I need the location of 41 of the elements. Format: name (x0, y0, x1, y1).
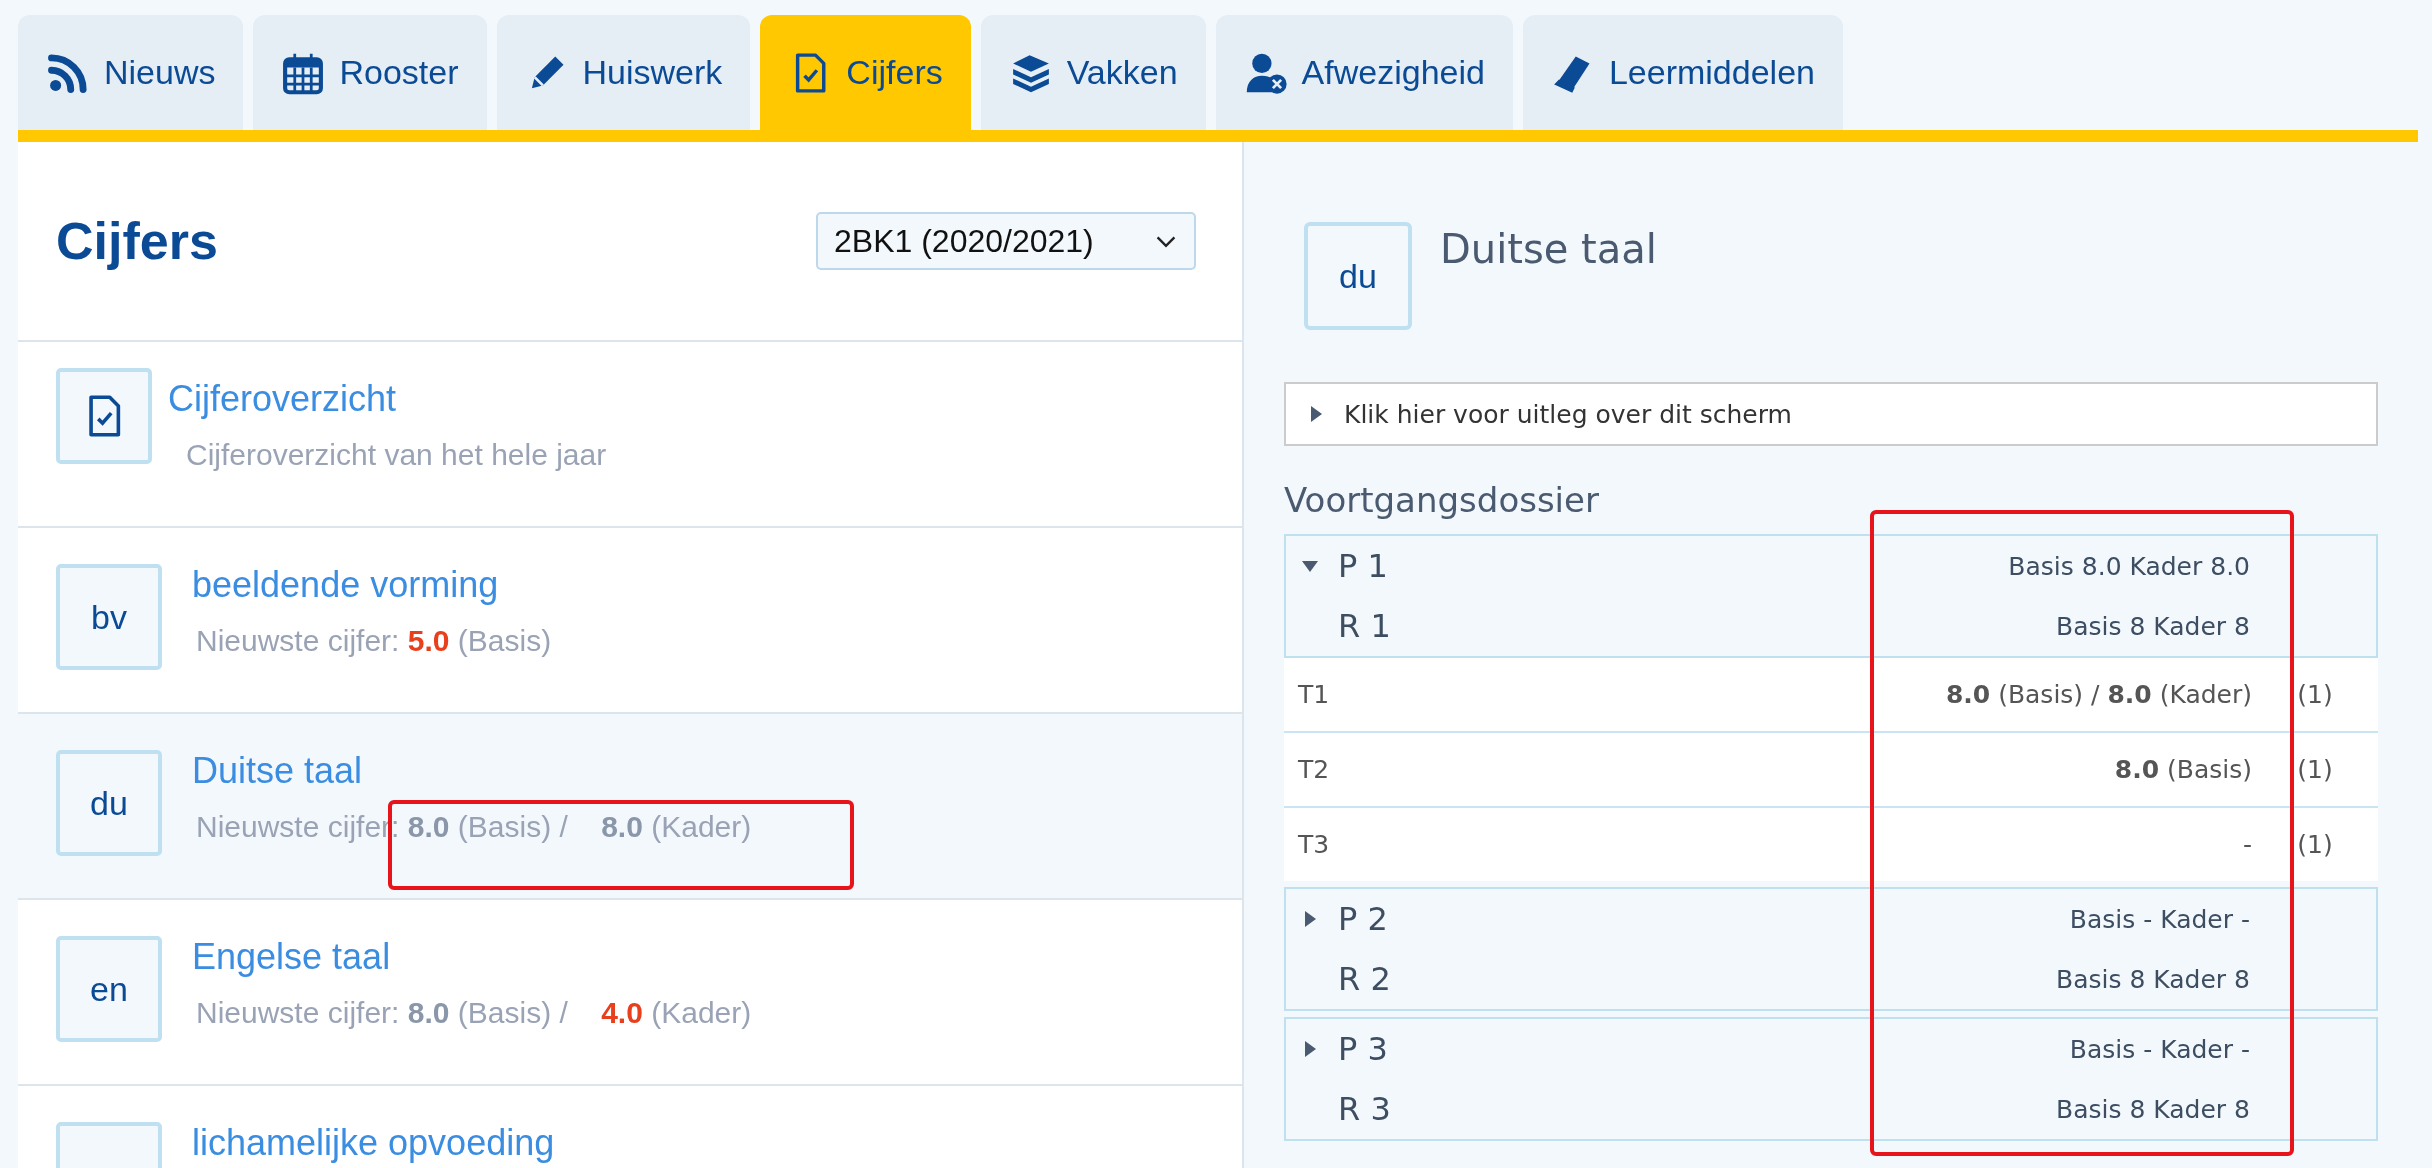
test-name: T1 (1298, 680, 1331, 709)
course-title: Duitse taal (1440, 225, 1657, 274)
course-badge: en (56, 936, 162, 1042)
page-title: Cijfers (56, 211, 218, 271)
report-label: R 2 (1338, 960, 1392, 998)
course-description: Cijferoverzicht van het hele jaar (185, 438, 607, 472)
test-result: 8.0 (Basis) / 8.0 (Kader) (1945, 680, 2252, 709)
course-badge: bv (56, 564, 162, 670)
test-count: (1) (2296, 680, 2334, 709)
tab[interactable]: Leermiddelen (1522, 15, 1843, 130)
period-result: Basis - Kader - (2069, 904, 2250, 934)
tab[interactable]: Afwezigheid (1215, 15, 1513, 130)
tab[interactable]: Huiswerk (496, 15, 751, 130)
help-expander[interactable]: Klik hier voor uitleg over dit scherm (1284, 382, 2378, 446)
section-title: Voortgangsdossier (1284, 480, 1600, 520)
tab[interactable]: Cijfers (760, 15, 971, 130)
tab[interactable]: Rooster (253, 15, 487, 130)
tab[interactable]: Vakken (980, 15, 1206, 130)
period-label[interactable]: P 1 (1338, 547, 2009, 585)
course-badge: du (56, 750, 162, 856)
document-check-icon (56, 368, 152, 464)
period-label[interactable]: P 3 (1338, 1030, 2070, 1068)
latest-grade-text: Nieuwste cijfer: 5.0 (Basis) (195, 624, 552, 658)
test-result: - (2242, 830, 2252, 859)
report-label: R 3 (1338, 1090, 1392, 1128)
test-count: (1) (2296, 830, 2334, 859)
report-label: R 1 (1338, 607, 1392, 645)
report-result: Basis 8 Kader 8 (2056, 964, 2250, 994)
period-result: Basis - Kader - (2069, 1034, 2250, 1064)
period-dropdown[interactable]: 2BK1 (2020/2021) (816, 212, 1196, 270)
test-name: T2 (1298, 755, 1331, 784)
report-result: Basis 8 Kader 8 (2056, 611, 2250, 641)
period-label[interactable]: P 2 (1338, 900, 2070, 938)
latest-grade-text: Nieuwste cijfer: 8.0 (Basis) / 4.0 (Kader) (195, 996, 752, 1030)
course-badge: du (1304, 222, 1412, 330)
tab[interactable]: Nieuws (18, 15, 244, 130)
test-result: 8.0 (Basis) (2114, 755, 2252, 784)
period-result: Basis 8.0 Kader 8.0 (2008, 551, 2250, 581)
test-count: (1) (2296, 755, 2334, 784)
report-result: Basis 8 Kader 8 (2056, 1094, 2250, 1124)
test-name: T3 (1298, 830, 1331, 859)
